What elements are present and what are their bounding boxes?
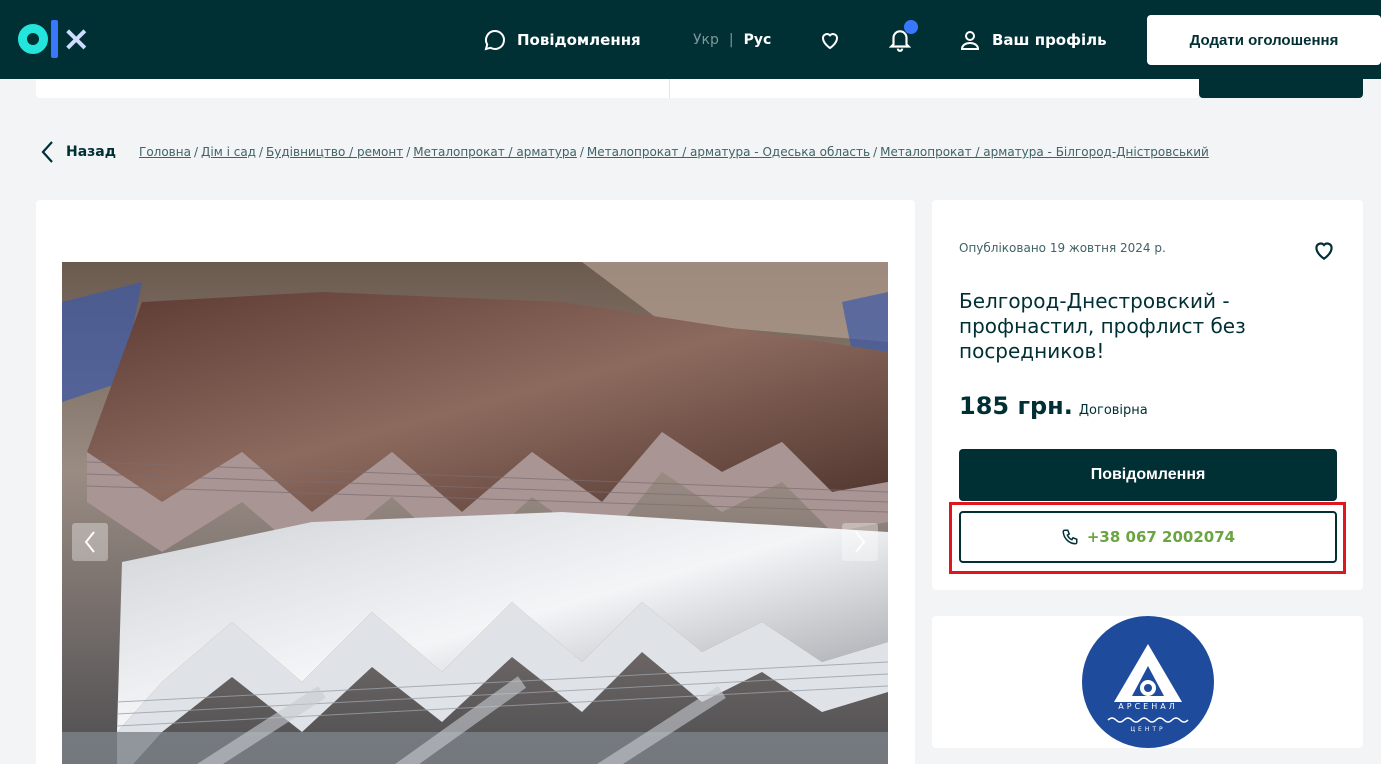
- add-ad-button[interactable]: Додати оголошення: [1147, 15, 1381, 65]
- chevron-right-icon: [855, 531, 866, 553]
- chevron-left-icon: [41, 141, 53, 163]
- gallery-prev-button[interactable]: [72, 523, 108, 561]
- negotiable-label: Договірна: [1078, 403, 1148, 418]
- add-to-favorites-button[interactable]: [1311, 237, 1337, 267]
- breadcrumb-separator: /: [258, 145, 264, 159]
- gallery-card: [36, 200, 915, 764]
- user-icon: [960, 30, 980, 50]
- breadcrumb-construction[interactable]: Будівництво / ремонт: [266, 145, 403, 159]
- breadcrumb-home[interactable]: Головна: [139, 145, 191, 159]
- breadcrumb-separator: /: [873, 145, 878, 159]
- breadcrumb: Головна / Дім і сад / Будівництво / ремонт / М…: [139, 145, 1209, 159]
- listing-photo[interactable]: [62, 262, 888, 764]
- logo-o-shape: [18, 24, 48, 54]
- notifications-link[interactable]: [887, 0, 918, 79]
- heart-icon: [821, 32, 839, 49]
- breadcrumb-separator: /: [579, 145, 584, 159]
- gallery-next-button[interactable]: [842, 523, 878, 561]
- chevron-left-icon: [84, 531, 95, 553]
- seller-logo-line1: АРСЕНАЛ: [1118, 702, 1178, 711]
- messages-link[interactable]: Повідомлення: [483, 0, 641, 79]
- lang-ukr[interactable]: Укр: [693, 32, 719, 48]
- send-message-button[interactable]: Повідомлення: [959, 449, 1337, 501]
- messages-label: Повідомлення: [517, 30, 641, 49]
- published-date: Опубліковано 19 жовтня 2024 р.: [959, 241, 1166, 255]
- price-row: 185 грн. Договірна: [959, 392, 1148, 420]
- corrugated-sheets-image: [62, 262, 888, 764]
- profile-label: Ваш профіль: [992, 30, 1107, 49]
- breadcrumb-metal-region[interactable]: Металопрокат / арматура - Одеська област…: [587, 145, 870, 159]
- breadcrumb-separator: /: [406, 145, 411, 159]
- breadcrumb-metal-city[interactable]: Металопрокат / арматура - Білгород-Дніст…: [880, 145, 1209, 159]
- lang-separator: |: [728, 31, 734, 48]
- breadcrumb-home-garden[interactable]: Дім і сад: [201, 145, 256, 159]
- heart-icon: [1315, 242, 1333, 260]
- logo-bar-shape: [51, 20, 58, 58]
- seller-card: АРСЕНАЛ ЦЕНТР: [932, 616, 1363, 748]
- seller-logo[interactable]: АРСЕНАЛ ЦЕНТР: [1082, 616, 1214, 748]
- breadcrumb-metal[interactable]: Металопрокат / арматура: [413, 145, 577, 159]
- logo-x-shape: ×: [62, 19, 91, 59]
- price: 185 грн.: [959, 392, 1073, 420]
- back-link[interactable]: Назад: [40, 140, 116, 164]
- listing-title: Белгород-Днестровский - профнастил, проф…: [959, 289, 1246, 363]
- language-switch: Укр | Рус: [693, 0, 771, 79]
- profile-link[interactable]: Ваш профіль: [958, 0, 1107, 79]
- top-header: × Повідомлення Укр | Рус Ваш профіль Дод…: [0, 0, 1381, 79]
- favorites-link[interactable]: [818, 0, 842, 79]
- back-label: Назад: [66, 144, 117, 160]
- lang-rus[interactable]: Рус: [744, 32, 772, 48]
- breadcrumb-separator: /: [193, 145, 198, 159]
- search-divider: [669, 79, 670, 98]
- search-button[interactable]: [1199, 79, 1363, 98]
- olx-logo[interactable]: ×: [18, 20, 91, 58]
- notification-dot: [904, 20, 918, 34]
- search-bar[interactable]: [36, 79, 1199, 98]
- phone-highlight-frame: [949, 502, 1346, 574]
- chat-bubble-icon: [484, 29, 505, 50]
- seller-logo-line2: ЦЕНТР: [1130, 726, 1166, 733]
